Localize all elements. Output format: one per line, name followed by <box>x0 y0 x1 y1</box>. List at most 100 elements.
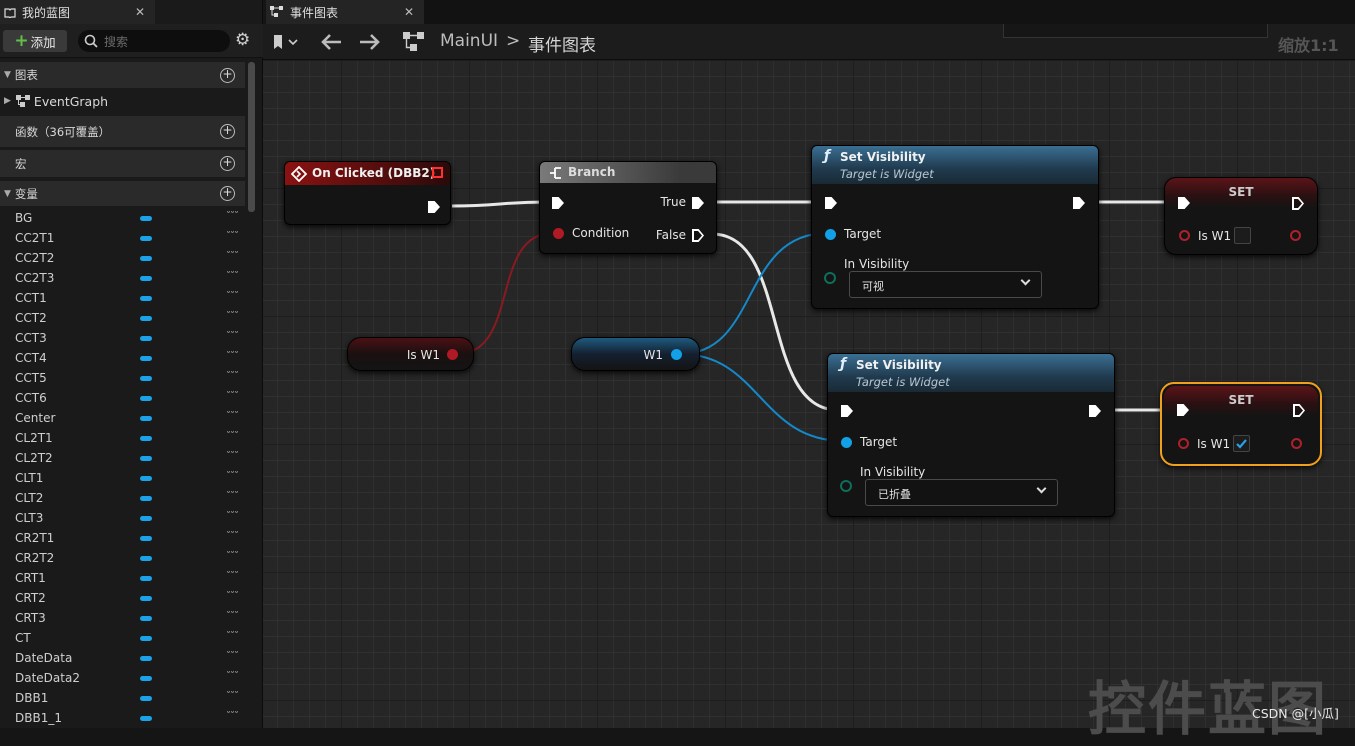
search-input[interactable]: 搜索 <box>78 30 230 52</box>
variable-item[interactable]: CCT3 ˘˘˘ <box>0 328 245 348</box>
bool-in-pin[interactable] <box>1179 230 1190 241</box>
eye-closed-icon[interactable]: ˘˘˘ <box>226 291 239 302</box>
bool-out-pin[interactable] <box>1290 230 1301 241</box>
eye-closed-icon[interactable]: ˘˘˘ <box>226 511 239 522</box>
target-pin[interactable] <box>841 437 852 448</box>
eye-closed-icon[interactable]: ˘˘˘ <box>226 271 239 282</box>
condition-pin[interactable] <box>553 228 564 239</box>
add-function-icon[interactable]: + <box>220 124 235 139</box>
eye-closed-icon[interactable]: ˘˘˘ <box>226 391 239 402</box>
visibility-dropdown[interactable]: 可视 <box>849 271 1042 298</box>
section-graphs[interactable]: ▼ 图表 + <box>0 62 245 88</box>
variable-item[interactable]: DateData2 ˘˘˘ <box>0 668 245 688</box>
variable-item[interactable]: DBB1 ˘˘˘ <box>0 688 245 708</box>
node-on-clicked[interactable]: On Clicked (DBB2) <box>284 161 451 225</box>
exec-out-pin[interactable] <box>1073 197 1085 209</box>
forward-arrow-icon[interactable] <box>358 32 382 52</box>
delegate-pin-icon[interactable] <box>432 167 443 178</box>
eye-closed-icon[interactable]: ˘˘˘ <box>226 211 239 222</box>
node-set-visibility-1[interactable]: ƒ Set Visibility Target is Widget Target… <box>811 145 1099 309</box>
enum-pin[interactable] <box>824 272 836 284</box>
false-pin[interactable] <box>692 229 704 242</box>
exec-in-pin[interactable] <box>825 197 837 209</box>
variable-item[interactable]: DateData ˘˘˘ <box>0 648 245 668</box>
section-functions[interactable]: 函数（36可覆盖） + <box>0 116 245 147</box>
variable-item[interactable]: CRT3 ˘˘˘ <box>0 608 245 628</box>
breadcrumb-graph[interactable]: 事件图表 <box>528 31 596 56</box>
variable-item[interactable]: CCT2 ˘˘˘ <box>0 308 245 328</box>
variable-item[interactable]: DBB1_1 ˘˘˘ <box>0 708 245 728</box>
exec-out-pin[interactable] <box>1089 405 1101 417</box>
eye-closed-icon[interactable]: ˘˘˘ <box>226 451 239 462</box>
add-graph-icon[interactable]: + <box>220 67 235 83</box>
eye-closed-icon[interactable]: ˘˘˘ <box>226 471 239 482</box>
variable-item[interactable]: CL2T2 ˘˘˘ <box>0 448 245 468</box>
variable-item[interactable]: CLT1 ˘˘˘ <box>0 468 245 488</box>
eye-closed-icon[interactable]: ˘˘˘ <box>226 371 239 382</box>
bookmark-icon[interactable] <box>271 33 301 53</box>
tab-event-graph[interactable]: 事件图表 ✕ <box>266 0 424 24</box>
node-get-isw1[interactable]: Is W1 <box>347 337 474 371</box>
variable-item[interactable]: CRT2 ˘˘˘ <box>0 588 245 608</box>
section-macros[interactable]: 宏 + <box>0 150 245 177</box>
eye-closed-icon[interactable]: ˘˘˘ <box>226 651 239 662</box>
scrollbar[interactable] <box>248 62 255 212</box>
add-button[interactable]: + 添加 <box>3 30 67 52</box>
eye-closed-icon[interactable]: ˘˘˘ <box>226 591 239 602</box>
exec-in-pin[interactable] <box>552 197 564 209</box>
eye-closed-icon[interactable]: ˘˘˘ <box>226 311 239 322</box>
variable-item[interactable]: BG ˘˘˘ <box>0 208 245 228</box>
variable-item[interactable]: CC2T2 ˘˘˘ <box>0 248 245 268</box>
variable-item[interactable]: CL2T1 ˘˘˘ <box>0 428 245 448</box>
eye-closed-icon[interactable]: ˘˘˘ <box>226 671 239 682</box>
eye-closed-icon[interactable]: ˘˘˘ <box>226 691 239 702</box>
eye-closed-icon[interactable]: ˘˘˘ <box>226 491 239 502</box>
variable-item[interactable]: CLT3 ˘˘˘ <box>0 508 245 528</box>
variable-item[interactable]: CLT2 ˘˘˘ <box>0 488 245 508</box>
true-pin[interactable] <box>692 197 704 209</box>
close-icon[interactable]: ✕ <box>404 5 414 19</box>
add-macro-icon[interactable]: + <box>220 156 235 171</box>
eye-closed-icon[interactable]: ˘˘˘ <box>226 551 239 562</box>
visibility-dropdown[interactable]: 已折叠 <box>865 479 1058 506</box>
eye-closed-icon[interactable]: ˘˘˘ <box>226 411 239 422</box>
eye-closed-icon[interactable]: ˘˘˘ <box>226 631 239 642</box>
section-variables[interactable]: ▼ 变量 + <box>0 181 245 206</box>
variable-item[interactable]: Center ˘˘˘ <box>0 408 245 428</box>
back-arrow-icon[interactable] <box>319 32 343 52</box>
eye-closed-icon[interactable]: ˘˘˘ <box>226 351 239 362</box>
object-out-pin[interactable] <box>671 349 682 360</box>
variable-item[interactable]: CR2T2 ˘˘˘ <box>0 548 245 568</box>
exec-in-pin[interactable] <box>841 405 853 417</box>
close-icon[interactable]: ✕ <box>135 5 145 19</box>
eye-closed-icon[interactable]: ˘˘˘ <box>226 611 239 622</box>
node-set-2[interactable]: SET Is W1 <box>1160 382 1322 466</box>
variable-item[interactable]: CCT5 ˘˘˘ <box>0 368 245 388</box>
node-branch[interactable]: Branch True Condition False <box>539 161 717 254</box>
variable-item[interactable]: CCT4 ˘˘˘ <box>0 348 245 368</box>
eye-closed-icon[interactable]: ˘˘˘ <box>226 251 239 262</box>
exec-out-pin[interactable] <box>428 201 440 213</box>
variable-item[interactable]: CT ˘˘˘ <box>0 628 245 648</box>
variable-item[interactable]: CC2T3 ˘˘˘ <box>0 268 245 288</box>
breadcrumb-blueprint[interactable]: MainUI <box>440 31 498 51</box>
node-set-visibility-2[interactable]: ƒ Set Visibility Target is Widget Target… <box>827 353 1115 517</box>
bool-out-pin[interactable] <box>447 349 458 360</box>
node-set-1[interactable]: SET Is W1 <box>1164 177 1318 255</box>
variable-item[interactable]: CC2T1 ˘˘˘ <box>0 228 245 248</box>
eye-closed-icon[interactable]: ˘˘˘ <box>226 571 239 582</box>
bool-checkbox[interactable] <box>1234 227 1251 244</box>
variable-item[interactable]: CR2T1 ˘˘˘ <box>0 528 245 548</box>
eye-closed-icon[interactable]: ˘˘˘ <box>226 231 239 242</box>
bool-checkbox[interactable] <box>1233 435 1250 452</box>
gear-icon[interactable]: ⚙ <box>235 30 250 50</box>
variable-item[interactable]: CRT1 ˘˘˘ <box>0 568 245 588</box>
eye-closed-icon[interactable]: ˘˘˘ <box>226 711 239 722</box>
add-variable-icon[interactable]: + <box>220 186 235 201</box>
enum-pin[interactable] <box>840 480 852 492</box>
bool-out-pin[interactable] <box>1291 438 1302 449</box>
sidebar-item-eventgraph[interactable]: ▶ EventGraph <box>0 89 245 113</box>
eye-closed-icon[interactable]: ˘˘˘ <box>226 531 239 542</box>
variable-item[interactable]: CCT6 ˘˘˘ <box>0 388 245 408</box>
target-pin[interactable] <box>825 229 836 240</box>
